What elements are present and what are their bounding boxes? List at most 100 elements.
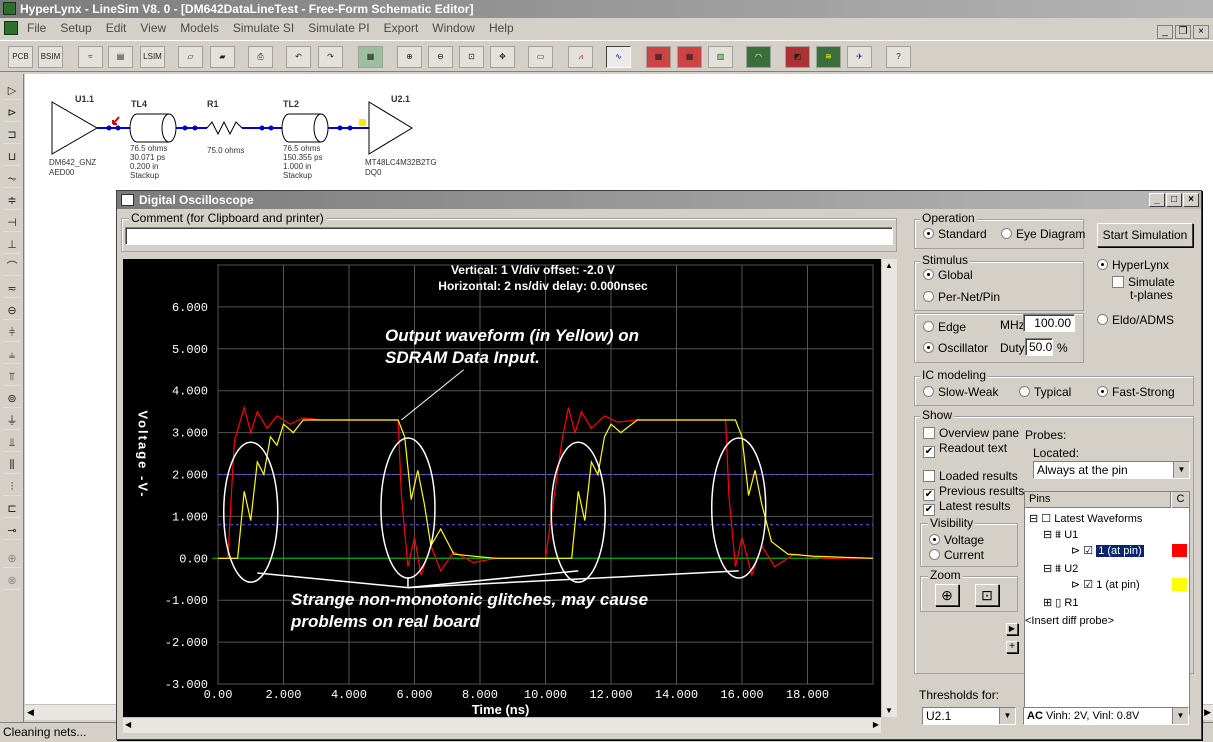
capacitor-tool-icon[interactable]: ⊣: [3, 214, 21, 232]
slow-weak-radio[interactable]: Slow-Weak: [923, 385, 998, 399]
threshold-spec-dropdown[interactable]: AC Vinh: 2V, Vinl: 0.8V ▼: [1023, 707, 1189, 725]
readout-text-checkbox[interactable]: ✔ Readout text: [923, 441, 1007, 458]
cable-tool-icon[interactable]: ⫶: [3, 478, 21, 496]
zoom-out-icon[interactable]: ⊖: [428, 46, 453, 68]
oscillator-radio[interactable]: Oscillator: [923, 341, 988, 355]
array-tool-icon[interactable]: ⫼: [3, 456, 21, 474]
eye-icon[interactable]: ◠: [746, 46, 771, 68]
waveform-file-icon[interactable]: ≈: [78, 46, 103, 68]
terminator-wizard-icon[interactable]: ⩘: [568, 46, 593, 68]
batch-icon[interactable]: ✈: [847, 46, 872, 68]
emc-icon[interactable]: ▦: [677, 46, 702, 68]
fastscan-icon[interactable]: ≋: [816, 46, 841, 68]
scope-minimize-button[interactable]: _: [1149, 193, 1165, 207]
package-tool-icon[interactable]: ⊔: [3, 148, 21, 166]
menu-simulate-si[interactable]: Simulate SI: [226, 18, 301, 38]
menu-export[interactable]: Export: [377, 18, 426, 38]
via-tool-icon[interactable]: ⫩: [3, 324, 21, 342]
frequency-input[interactable]: 100.00: [1023, 314, 1075, 332]
menu-view[interactable]: View: [133, 18, 173, 38]
global-radio[interactable]: Global: [923, 268, 973, 282]
source-tool-icon[interactable]: ⊚: [3, 390, 21, 408]
tree-u2[interactable]: ⊟ ⩩ U2: [1043, 562, 1078, 576]
tline-tool-icon[interactable]: ⊖: [3, 302, 21, 320]
expand-icon[interactable]: ▶: [1006, 623, 1018, 635]
inductor-tool-icon[interactable]: ⌒: [3, 258, 21, 276]
simulate-tplanes-checkbox[interactable]: Simulate: [1112, 275, 1175, 289]
standard-radio[interactable]: Standard: [923, 227, 987, 241]
ic-tool-icon[interactable]: ▷: [3, 82, 21, 100]
capacitor-v-tool-icon[interactable]: ⊥: [3, 236, 21, 254]
redo-icon[interactable]: ↷: [318, 46, 343, 68]
spectrum-icon[interactable]: ▥: [708, 46, 733, 68]
menu-help[interactable]: Help: [482, 18, 521, 38]
plot-scroll-down-icon[interactable]: ▼: [885, 706, 893, 715]
tree-u2-pin[interactable]: ⊳ ☑ 1 (at pin): [1071, 578, 1140, 592]
voltage-radio[interactable]: Voltage: [929, 533, 984, 547]
document-icon[interactable]: [4, 21, 18, 35]
stub-tool-icon[interactable]: ⊏: [3, 500, 21, 518]
print-icon[interactable]: ⎙: [248, 46, 273, 68]
mdi-minimize-button[interactable]: _: [1157, 25, 1173, 39]
menu-edit[interactable]: Edit: [99, 18, 134, 38]
comment-input[interactable]: [125, 227, 893, 245]
zoom-fit-icon[interactable]: ⊡: [975, 584, 999, 606]
scroll-left-icon[interactable]: ◀: [27, 707, 34, 718]
ferrite-tool-icon[interactable]: ≂: [3, 280, 21, 298]
loaded-results-checkbox[interactable]: Loaded results: [923, 469, 1018, 483]
sweep-icon[interactable]: ◩: [785, 46, 810, 68]
zoom-fit-icon[interactable]: ⊡: [459, 46, 484, 68]
menu-models[interactable]: Models: [173, 18, 226, 38]
coupled-tool-icon[interactable]: ⫨: [3, 346, 21, 364]
eldo-adms-radio[interactable]: Eldo/ADMS: [1097, 313, 1174, 327]
diff-tool-icon[interactable]: ⫪: [3, 368, 21, 386]
u1-color-swatch[interactable]: [1172, 544, 1187, 557]
add-probe-icon[interactable]: +: [1006, 641, 1018, 653]
oscilloscope-icon[interactable]: ∿: [606, 46, 631, 68]
overview-pane-checkbox[interactable]: Overview pane: [923, 426, 1019, 440]
termination-tool-icon[interactable]: ⊸: [3, 522, 21, 540]
tree-r1[interactable]: ⊞ ▯ R1: [1043, 596, 1078, 610]
plot-scroll-right-icon[interactable]: ▶: [873, 720, 879, 729]
plot-scroll-left-icon[interactable]: ◀: [125, 720, 131, 729]
stackup-icon[interactable]: ▰: [210, 46, 235, 68]
fast-strong-radio[interactable]: Fast-Strong: [1097, 385, 1175, 399]
resistor-v-tool-icon[interactable]: ≑: [3, 192, 21, 210]
per-net-pin-radio[interactable]: Per-Net/Pin: [923, 290, 1000, 304]
mdi-close-button[interactable]: ×: [1193, 25, 1209, 39]
eye-diagram-radio[interactable]: Eye Diagram: [1001, 227, 1085, 241]
pins-tree[interactable]: Pins C ⊟ ☐ Latest Waveforms ⊟ ⩩ U1 ⊳ ☑ 1…: [1024, 491, 1190, 715]
typical-radio[interactable]: Typical: [1019, 385, 1071, 399]
zoom-in-icon[interactable]: ⊕: [935, 584, 959, 606]
edge-radio[interactable]: Edge: [923, 320, 966, 334]
scope-close-button[interactable]: ×: [1183, 193, 1199, 207]
plot-scroll-up-icon[interactable]: ▲: [885, 261, 893, 270]
waveform-plot[interactable]: 6.000 5.000 4.000 3.000 2.000 1.000 0.00 -1.000…: [123, 259, 881, 717]
plot-vscrollbar[interactable]: ▲ ▼: [881, 259, 897, 717]
power-tool-icon[interactable]: ⫫: [3, 434, 21, 452]
board-icon[interactable]: ▦: [358, 46, 383, 68]
current-radio[interactable]: Current: [929, 548, 984, 562]
insert-diff-probe[interactable]: <Insert diff probe>: [1025, 614, 1114, 628]
mdi-restore-button[interactable]: ❐: [1175, 25, 1191, 39]
pins-column-header[interactable]: Pins: [1025, 492, 1171, 508]
export-icon[interactable]: ▤: [108, 46, 133, 68]
pan-icon[interactable]: ✥: [490, 46, 515, 68]
tree-u1[interactable]: ⊟ ⩩ U1: [1043, 528, 1078, 542]
connector-tool-icon[interactable]: ⊐: [3, 126, 21, 144]
menu-simulate-pi[interactable]: Simulate PI: [301, 18, 376, 38]
hyperlynx-radio[interactable]: HyperLynx: [1097, 258, 1169, 272]
menu-file[interactable]: File: [20, 18, 53, 38]
help-icon[interactable]: ?: [886, 46, 911, 68]
thresholds-dropdown[interactable]: U2.1 ▼: [922, 707, 1016, 725]
tree-u1-pin[interactable]: ⊳ ☑ 1 (at pin): [1071, 544, 1144, 558]
layer-icon[interactable]: ▱: [178, 46, 203, 68]
located-dropdown[interactable]: Always at the pin ▼: [1033, 461, 1190, 479]
crosstalk-icon[interactable]: ▦: [646, 46, 671, 68]
color-column-header[interactable]: C: [1172, 492, 1189, 508]
notes-icon[interactable]: ▭: [528, 46, 553, 68]
lsim-button[interactable]: LSIM: [140, 46, 165, 68]
bsim-button[interactable]: BSIM: [38, 46, 63, 68]
start-simulation-button[interactable]: Start Simulation: [1097, 223, 1193, 247]
scroll-right-icon[interactable]: ▶: [1204, 707, 1211, 718]
